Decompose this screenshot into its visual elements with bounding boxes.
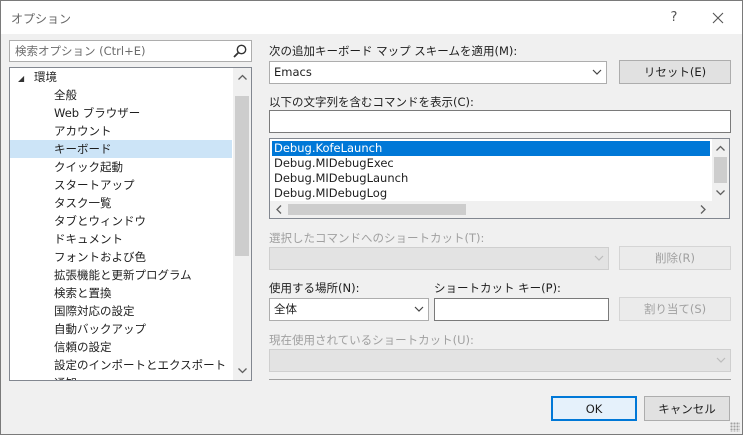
use-in-label: 使用する場所(N): bbox=[269, 281, 360, 295]
close-button[interactable] bbox=[696, 1, 740, 34]
scroll-down-icon[interactable] bbox=[712, 184, 729, 202]
currently-used-label: 現在使用されているショートカット(U): bbox=[269, 333, 474, 347]
command-list-item[interactable]: Debug.MIDebugLaunch bbox=[272, 171, 710, 186]
assign-button[interactable]: 割り当て(S) bbox=[619, 297, 731, 321]
tree-list: ◢ 環境 全般 Web ブラウザー アカウント キーボード クイック起動 スタートアップ タス… bbox=[10, 68, 232, 380]
tree-item[interactable]: フォントおよび色 bbox=[10, 248, 232, 266]
command-list-hscrollbar[interactable] bbox=[270, 201, 729, 218]
scroll-up-icon[interactable] bbox=[233, 68, 251, 86]
selected-shortcuts-dropdown[interactable] bbox=[269, 247, 609, 270]
scroll-left-icon[interactable] bbox=[270, 201, 287, 218]
window-title: オプション bbox=[11, 12, 72, 26]
scroll-down-icon[interactable] bbox=[233, 362, 251, 380]
scroll-thumb[interactable] bbox=[288, 204, 466, 215]
chevron-down-icon bbox=[716, 350, 726, 379]
use-in-value: 全体 bbox=[274, 302, 297, 316]
cancel-button[interactable]: キャンセル bbox=[644, 396, 730, 421]
ok-button[interactable]: OK bbox=[551, 396, 637, 421]
mapping-scheme-value: Emacs bbox=[274, 65, 312, 79]
command-list-item[interactable]: Debug.KofeLaunch bbox=[272, 141, 710, 156]
shortcut-key-input[interactable] bbox=[434, 298, 609, 321]
scroll-thumb[interactable] bbox=[235, 96, 249, 256]
command-filter-label: 以下の文字列を含むコマンドを表示(C): bbox=[269, 95, 474, 109]
tree-item[interactable]: Web ブラウザー bbox=[10, 104, 232, 122]
separator bbox=[269, 379, 731, 380]
scroll-thumb[interactable] bbox=[714, 157, 727, 183]
tree-scrollbar[interactable] bbox=[233, 68, 251, 380]
options-search-box bbox=[9, 40, 252, 62]
tree-node-label: 環境 bbox=[34, 70, 57, 84]
tree-item[interactable]: 検索と置換 bbox=[10, 284, 232, 302]
tree-item[interactable]: キーボード bbox=[10, 140, 232, 158]
tree-item[interactable]: タスク一覧 bbox=[10, 194, 232, 212]
tree-item[interactable]: 設定のインポートとエクスポート bbox=[10, 356, 232, 374]
mapping-scheme-label: 次の追加キーボード マップ スキームを適用(M): bbox=[269, 44, 518, 58]
tree-item[interactable]: 信頼の設定 bbox=[10, 338, 232, 356]
scroll-up-icon[interactable] bbox=[712, 139, 729, 157]
tree-item[interactable]: 拡張機能と更新プログラム bbox=[10, 266, 232, 284]
tree-item[interactable]: ドキュメント bbox=[10, 230, 232, 248]
options-dialog: オプション ? ◢環境 全般Web ブラウザーアカウントキーボードクイック起動ス… bbox=[0, 0, 743, 435]
options-tree: ◢ 環境 全般 Web ブラウザー アカウント キーボード クイック起動 スタートアップ タス… bbox=[9, 67, 252, 381]
command-filter-input[interactable] bbox=[269, 110, 731, 133]
search-input[interactable] bbox=[10, 41, 230, 61]
tree-item[interactable]: スタートアップ bbox=[10, 176, 232, 194]
selected-shortcuts-label: 選択したコマンドへのショートカット(T): bbox=[269, 231, 485, 245]
tree-item[interactable]: 通知 bbox=[10, 374, 232, 380]
tree-item[interactable]: クイック起動 bbox=[10, 158, 232, 176]
remove-button[interactable]: 削除(R) bbox=[619, 246, 731, 270]
shortcut-key-label: ショートカット キー(P): bbox=[434, 281, 561, 295]
mapping-scheme-dropdown[interactable]: Emacs bbox=[269, 61, 607, 84]
tree-item[interactable]: タブとウィンドウ bbox=[10, 212, 232, 230]
currently-used-dropdown[interactable] bbox=[269, 349, 731, 372]
title-bar: オプション ? bbox=[1, 1, 742, 34]
command-list: Debug.KofeLaunch Debug.MIDebugExec Debug.M… bbox=[269, 138, 730, 219]
tree-item[interactable]: 国際対応の設定 bbox=[10, 302, 232, 320]
command-list-item[interactable]: Debug.MIDebugExec bbox=[272, 156, 710, 171]
tree-node-environment[interactable]: ◢ 環境 bbox=[10, 68, 232, 86]
tree-item[interactable]: 全般 bbox=[10, 86, 232, 104]
chevron-down-icon bbox=[414, 299, 424, 328]
search-icon[interactable] bbox=[232, 43, 248, 59]
scroll-right-icon[interactable] bbox=[694, 201, 711, 218]
command-list-vscrollbar[interactable] bbox=[712, 139, 729, 202]
reset-button[interactable]: リセット(E) bbox=[619, 60, 731, 84]
resize-grip-icon[interactable] bbox=[730, 422, 740, 432]
use-in-dropdown[interactable]: 全体 bbox=[269, 298, 429, 321]
chevron-down-icon bbox=[592, 62, 602, 91]
command-list-item[interactable]: Debug.MIDebugLog bbox=[272, 186, 710, 201]
chevron-down-icon bbox=[594, 248, 604, 277]
tree-item[interactable]: 自動バックアップ bbox=[10, 320, 232, 338]
help-button[interactable]: ? bbox=[652, 1, 696, 34]
tree-item[interactable]: アカウント bbox=[10, 122, 232, 140]
close-icon bbox=[712, 12, 724, 23]
expanded-caret-icon[interactable]: ◢ bbox=[18, 70, 34, 88]
